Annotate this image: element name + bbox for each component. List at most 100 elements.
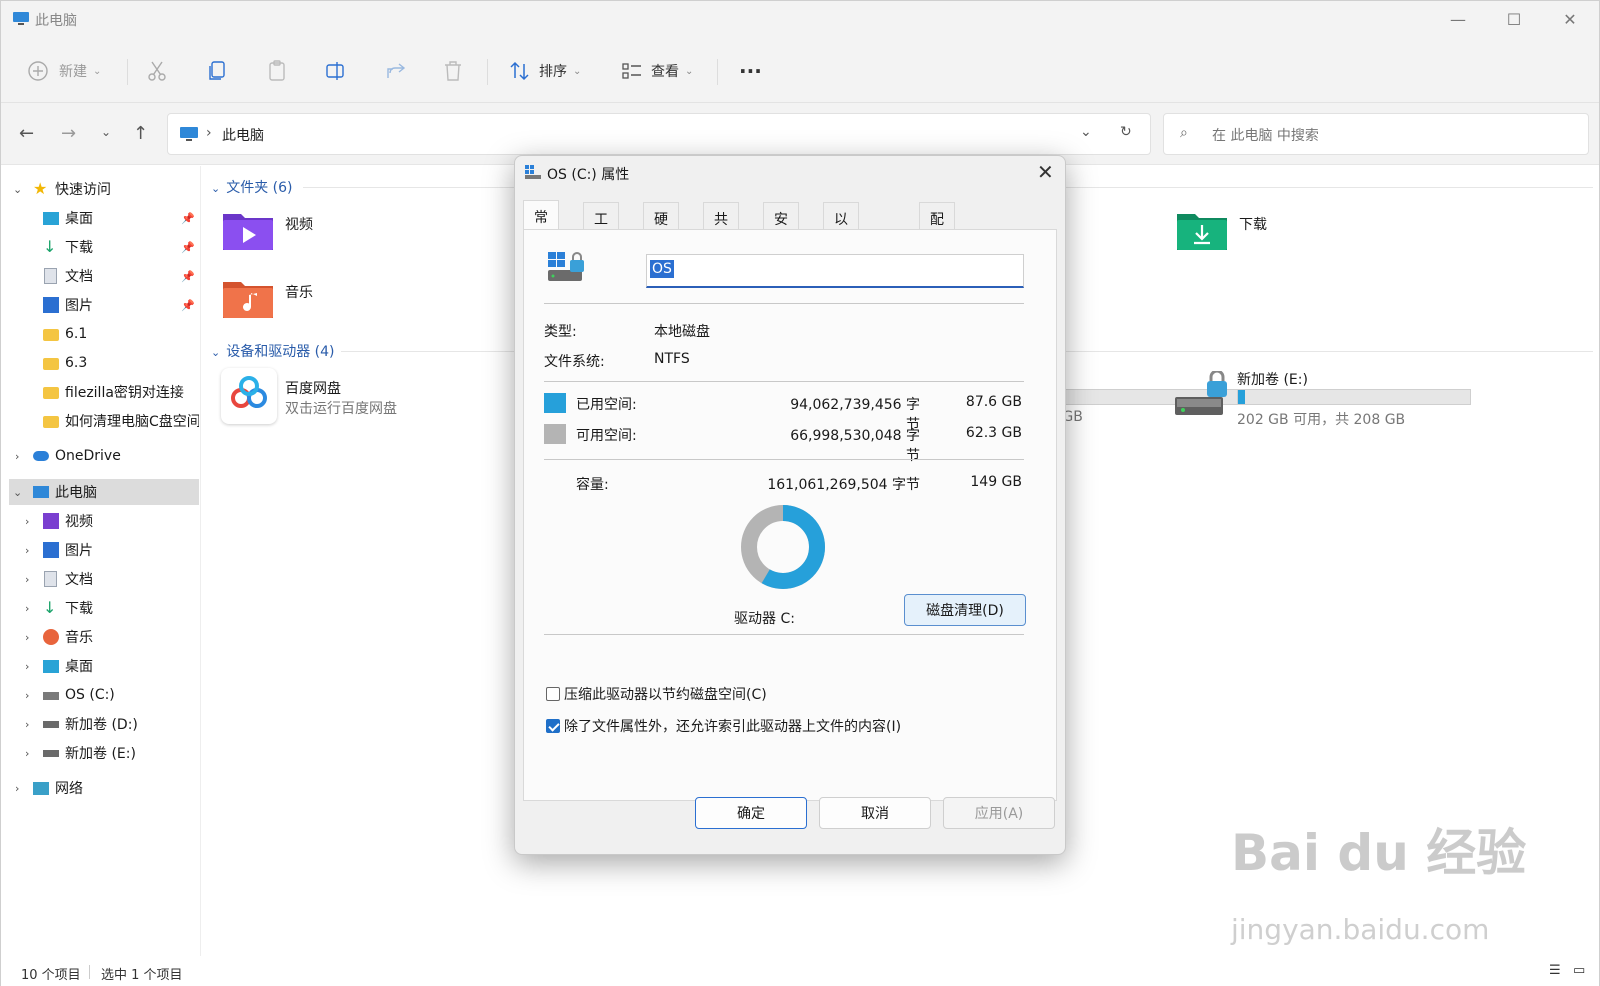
video-folder-icon[interactable] xyxy=(221,208,275,252)
expand-chevron-icon[interactable]: › xyxy=(25,689,29,702)
used-space-label: 已用空间: xyxy=(576,397,637,413)
cancel-button[interactable]: 取消 xyxy=(819,797,931,829)
sidebar-item-drive-c[interactable]: › OS (C:) xyxy=(1,682,199,708)
drive-name[interactable]: 新加卷 (E:) xyxy=(1237,369,1308,389)
sidebar-item-onedrive[interactable]: › OneDrive xyxy=(1,443,199,469)
expand-chevron-icon[interactable]: › xyxy=(25,660,29,673)
sidebar-item-drive-d[interactable]: › 新加卷 (D:) xyxy=(1,711,199,737)
up-arrow-icon[interactable]: ↑ xyxy=(133,123,148,144)
expand-chevron-icon[interactable]: › xyxy=(15,782,19,795)
ok-button[interactable]: 确定 xyxy=(695,797,807,829)
folder-name[interactable]: 下载 xyxy=(1239,214,1267,234)
tab-security[interactable]: 安全 xyxy=(763,202,799,248)
more-button[interactable]: ··· xyxy=(739,51,762,91)
sidebar-item-this-pc[interactable]: ⌄ 此电脑 xyxy=(9,479,199,505)
disk-cleanup-button[interactable]: 磁盘清理(D) xyxy=(904,594,1026,626)
recent-chevron-icon[interactable]: ⌄ xyxy=(101,125,111,139)
sidebar-item-music[interactable]: › 音乐 xyxy=(1,624,199,650)
watermark-brand: Bai du 经验 xyxy=(1231,824,1527,882)
disk-usage-donut xyxy=(741,505,825,589)
tab-tools[interactable]: 工具 xyxy=(583,202,619,248)
tab-previous-versions[interactable]: 以前的版本 xyxy=(823,202,859,308)
paste-button[interactable] xyxy=(267,51,287,91)
index-label[interactable]: 除了文件属性外，还允许索引此驱动器上文件的内容(I) xyxy=(564,716,901,736)
expand-chevron-icon[interactable]: › xyxy=(25,573,29,586)
tab-sharing[interactable]: 共享 xyxy=(703,202,739,248)
tab-quota[interactable]: 配额 xyxy=(919,202,955,248)
minimize-button[interactable]: — xyxy=(1429,1,1487,37)
device-name[interactable]: 百度网盘 xyxy=(285,378,341,398)
sidebar-item-label: 新加卷 (D:) xyxy=(65,717,138,733)
devices-group-header[interactable]: ⌄ 设备和驱动器 (4) xyxy=(211,341,335,361)
rename-button[interactable] xyxy=(325,51,347,91)
maximize-button[interactable]: ☐ xyxy=(1485,1,1543,37)
sidebar-item-downloads[interactable]: ↓ 下载 📌 xyxy=(1,234,199,260)
baidu-netdisk-icon[interactable] xyxy=(221,368,277,424)
refresh-icon[interactable]: ↻ xyxy=(1120,124,1132,140)
copy-button[interactable] xyxy=(207,51,227,91)
close-button[interactable]: ✕ xyxy=(1541,1,1599,37)
compress-label[interactable]: 压缩此驱动器以节约磁盘空间(C) xyxy=(564,684,767,704)
expand-chevron-icon[interactable]: › xyxy=(25,602,29,615)
video-icon xyxy=(43,513,59,529)
tab-general[interactable]: 常规 xyxy=(523,200,559,246)
sidebar-item-documents[interactable]: 文档 📌 xyxy=(1,263,199,289)
expand-chevron-icon[interactable]: › xyxy=(25,544,29,557)
expand-chevron-icon[interactable]: ⌄ xyxy=(13,486,22,499)
folder-name[interactable]: 视频 xyxy=(285,214,313,234)
sidebar-item-quick-access[interactable]: ⌄ ★ 快速访问 xyxy=(1,176,199,202)
dialog-close-icon[interactable]: ✕ xyxy=(1037,160,1054,184)
divider xyxy=(544,459,1024,460)
sort-button[interactable]: 排序 ⌄ xyxy=(509,51,581,91)
sidebar-item-network[interactable]: › 网络 xyxy=(1,775,199,801)
toolbar-divider xyxy=(127,59,128,85)
search-input[interactable]: ⌕ 在 此电脑 中搜索 xyxy=(1163,113,1589,155)
view-button[interactable]: 查看 ⌄ xyxy=(621,51,693,91)
details-view-icon[interactable]: ☰ xyxy=(1549,963,1561,978)
sidebar-item-folder[interactable]: filezilla密钥对连接 xyxy=(1,379,199,405)
tiles-view-icon[interactable]: ▭ xyxy=(1573,963,1585,978)
expand-chevron-icon[interactable]: › xyxy=(25,747,29,760)
sidebar-item-desktop[interactable]: › 桌面 xyxy=(1,653,199,679)
share-button[interactable] xyxy=(385,51,407,91)
collapse-chevron-icon: ⌄ xyxy=(211,182,221,195)
sidebar-item-folder[interactable]: 6.1 xyxy=(1,321,199,347)
sidebar-item-pictures[interactable]: 图片 📌 xyxy=(1,292,199,318)
index-checkbox[interactable] xyxy=(546,719,560,733)
volume-name-input[interactable]: OS xyxy=(646,254,1024,288)
view-list-icon xyxy=(622,63,641,79)
sidebar-item-pictures[interactable]: › 图片 xyxy=(1,537,199,563)
sidebar-item-folder[interactable]: 6.3 xyxy=(1,350,199,376)
sidebar-item-folder[interactable]: 如何清理电脑C盘空间 xyxy=(1,408,199,434)
sidebar-item-desktop[interactable]: 桌面 📌 xyxy=(1,205,199,231)
apply-button[interactable]: 应用(A) xyxy=(943,797,1055,829)
new-button[interactable]: 新建 ⌄ xyxy=(27,51,101,91)
folder-name[interactable]: 音乐 xyxy=(285,282,313,302)
sidebar-item-documents[interactable]: › 文档 xyxy=(1,566,199,592)
back-arrow-icon[interactable]: ← xyxy=(19,123,34,144)
folders-group-header[interactable]: ⌄ 文件夹 (6) xyxy=(211,177,293,197)
breadcrumb[interactable]: 此电脑 xyxy=(222,125,264,145)
tab-hardware[interactable]: 硬件 xyxy=(643,202,679,248)
sidebar-item-drive-e[interactable]: › 新加卷 (E:) xyxy=(1,740,199,766)
cut-button[interactable] xyxy=(147,51,167,91)
downloads-folder-icon[interactable] xyxy=(1175,208,1229,252)
address-bar[interactable]: › 此电脑 ⌄ ↻ xyxy=(167,113,1151,155)
sidebar-item-downloads[interactable]: › ↓ 下载 xyxy=(1,595,199,621)
expand-chevron-icon[interactable]: ⌄ xyxy=(13,183,22,196)
expand-chevron-icon[interactable]: › xyxy=(25,718,29,731)
free-space-gb: 62.3 GB xyxy=(965,425,1022,441)
forward-arrow-icon[interactable]: → xyxy=(61,123,76,144)
sidebar-item-label: OS (C:) xyxy=(65,687,115,703)
drive-e-icon[interactable] xyxy=(1175,369,1231,421)
window-title: 此电脑 xyxy=(35,13,77,29)
expand-chevron-icon[interactable]: › xyxy=(15,450,19,463)
expand-chevron-icon[interactable]: › xyxy=(25,515,29,528)
delete-button[interactable] xyxy=(443,51,463,91)
expand-chevron-icon[interactable]: › xyxy=(25,631,29,644)
music-folder-icon[interactable] xyxy=(221,276,275,320)
address-dropdown-icon[interactable]: ⌄ xyxy=(1080,124,1092,140)
compress-checkbox[interactable] xyxy=(546,687,560,701)
network-icon xyxy=(33,782,49,795)
sidebar-item-videos[interactable]: › 视频 xyxy=(1,508,199,534)
